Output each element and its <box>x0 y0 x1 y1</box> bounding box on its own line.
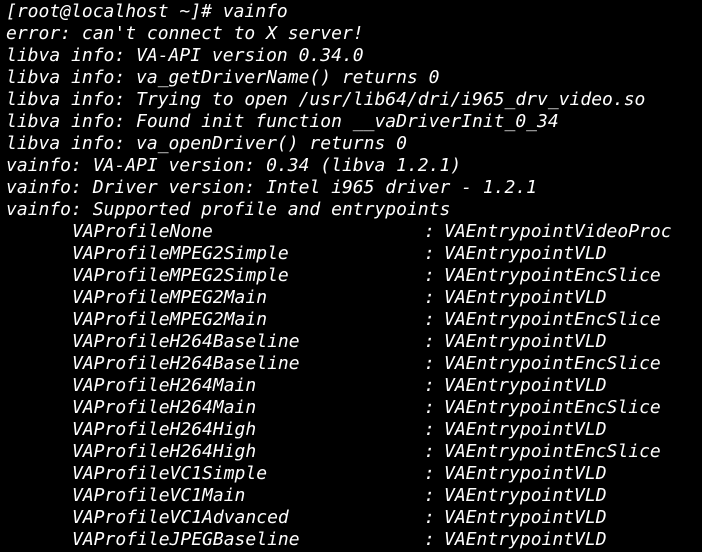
profile-row: VAProfileH264Baseline: VAEntrypointEncSli… <box>6 353 702 375</box>
entrypoint-name: VAEntrypointVLD <box>444 507 607 528</box>
profile-name: VAProfileVC1Simple <box>72 463 268 484</box>
entrypoint-name: VAEntrypointVLD <box>444 463 607 484</box>
output-line: vainfo: VA-API version: 0.34 (libva 1.2.… <box>6 155 462 176</box>
output-line: vainfo: Supported profile and entrypoint… <box>6 199 451 220</box>
profile-row: VAProfileH264Main: VAEntrypointVLD <box>6 375 702 397</box>
entrypoint-name: VAEntrypointVLD <box>444 287 607 308</box>
profile-name: VAProfileMPEG2Simple <box>72 243 289 264</box>
profile-separator: : <box>424 375 435 396</box>
profile-row: VAProfileH264High: VAEntrypointEncSlice <box>6 441 702 463</box>
profile-list: VAProfileNone: VAEntrypointVideoProc VAPro… <box>6 221 702 551</box>
profile-name: VAProfileVC1Main <box>72 485 246 506</box>
profile-separator: : <box>424 463 435 484</box>
entrypoint-name: VAEntrypointEncSlice <box>444 441 661 462</box>
profile-separator: : <box>424 507 435 528</box>
output-line: error: can't connect to X server! <box>6 23 364 44</box>
output-line: libva info: va_openDriver() returns 0 <box>6 133 407 154</box>
profile-separator: : <box>424 397 435 418</box>
profile-row: VAProfileH264High: VAEntrypointVLD <box>6 419 702 441</box>
terminal-window[interactable]: [root@localhost ~]# vainfo error: can't … <box>0 0 702 552</box>
profile-name: VAProfileH264High <box>72 441 257 462</box>
profile-name: VAProfileH264Main <box>72 375 257 396</box>
entrypoint-name: VAEntrypointVLD <box>444 419 607 440</box>
profile-separator: : <box>424 331 435 352</box>
output-line: libva info: va_getDriverName() returns 0 <box>6 67 440 88</box>
profile-row: VAProfileVC1Simple: VAEntrypointVLD <box>6 463 702 485</box>
profile-separator: : <box>424 529 435 550</box>
profile-separator: : <box>424 485 435 506</box>
profile-name: VAProfileH264Main <box>72 397 257 418</box>
profile-name: VAProfileVC1Advanced <box>72 507 289 528</box>
profile-separator: : <box>424 441 435 462</box>
profile-row: VAProfileMPEG2Main: VAEntrypointVLD <box>6 287 702 309</box>
profile-separator: : <box>424 353 435 374</box>
entrypoint-name: VAEntrypointEncSlice <box>444 309 661 330</box>
profile-name: VAProfileH264Baseline <box>72 353 300 374</box>
entrypoint-name: VAEntrypointVLD <box>444 375 607 396</box>
output-line: libva info: VA-API version 0.34.0 <box>6 45 364 66</box>
profile-separator: : <box>424 309 435 330</box>
profile-row: VAProfileMPEG2Simple: VAEntrypointVLD <box>6 243 702 265</box>
profile-name: VAProfileNone <box>72 221 213 242</box>
output-line: vainfo: Driver version: Intel i965 drive… <box>6 177 538 198</box>
profile-name: VAProfileH264Baseline <box>72 331 300 352</box>
entrypoint-name: VAEntrypointVideoProc <box>444 221 672 242</box>
entrypoint-name: VAEntrypointVLD <box>444 485 607 506</box>
profile-name: VAProfileMPEG2Main <box>72 309 268 330</box>
entrypoint-name: VAEntrypointVLD <box>444 331 607 352</box>
profile-row: VAProfileMPEG2Simple: VAEntrypointEncSlic… <box>6 265 702 287</box>
profile-row: VAProfileH264Main: VAEntrypointEncSlice <box>6 397 702 419</box>
profile-row: VAProfileNone: VAEntrypointVideoProc <box>6 221 702 243</box>
profile-name: VAProfileH264High <box>72 419 257 440</box>
profile-separator: : <box>424 221 435 242</box>
profile-name: VAProfileMPEG2Simple <box>72 265 289 286</box>
profile-name: VAProfileMPEG2Main <box>72 287 268 308</box>
terminal-output: [root@localhost ~]# vainfo error: can't … <box>6 1 702 551</box>
entrypoint-name: VAEntrypointVLD <box>444 243 607 264</box>
entrypoint-name: VAEntrypointEncSlice <box>444 265 661 286</box>
profile-separator: : <box>424 287 435 308</box>
entrypoint-name: VAEntrypointVLD <box>444 529 607 550</box>
profile-row: VAProfileMPEG2Main: VAEntrypointEncSlice <box>6 309 702 331</box>
output-line: libva info: Found init function __vaDriv… <box>6 111 559 132</box>
profile-row: VAProfileH264Baseline: VAEntrypointVLD <box>6 331 702 353</box>
profile-row: VAProfileVC1Advanced: VAEntrypointVLD <box>6 507 702 529</box>
profile-separator: : <box>424 419 435 440</box>
profile-row: VAProfileVC1Main: VAEntrypointVLD <box>6 485 702 507</box>
entrypoint-name: VAEntrypointEncSlice <box>444 397 661 418</box>
entrypoint-name: VAEntrypointEncSlice <box>444 353 661 374</box>
output-line: libva info: Trying to open /usr/lib64/dr… <box>6 89 646 110</box>
profile-separator: : <box>424 243 435 264</box>
profile-separator: : <box>424 265 435 286</box>
profile-row: VAProfileJPEGBaseline: VAEntrypointVLD <box>6 529 702 551</box>
command-prompt: [root@localhost ~]# vainfo <box>6 1 288 22</box>
profile-name: VAProfileJPEGBaseline <box>72 529 300 550</box>
